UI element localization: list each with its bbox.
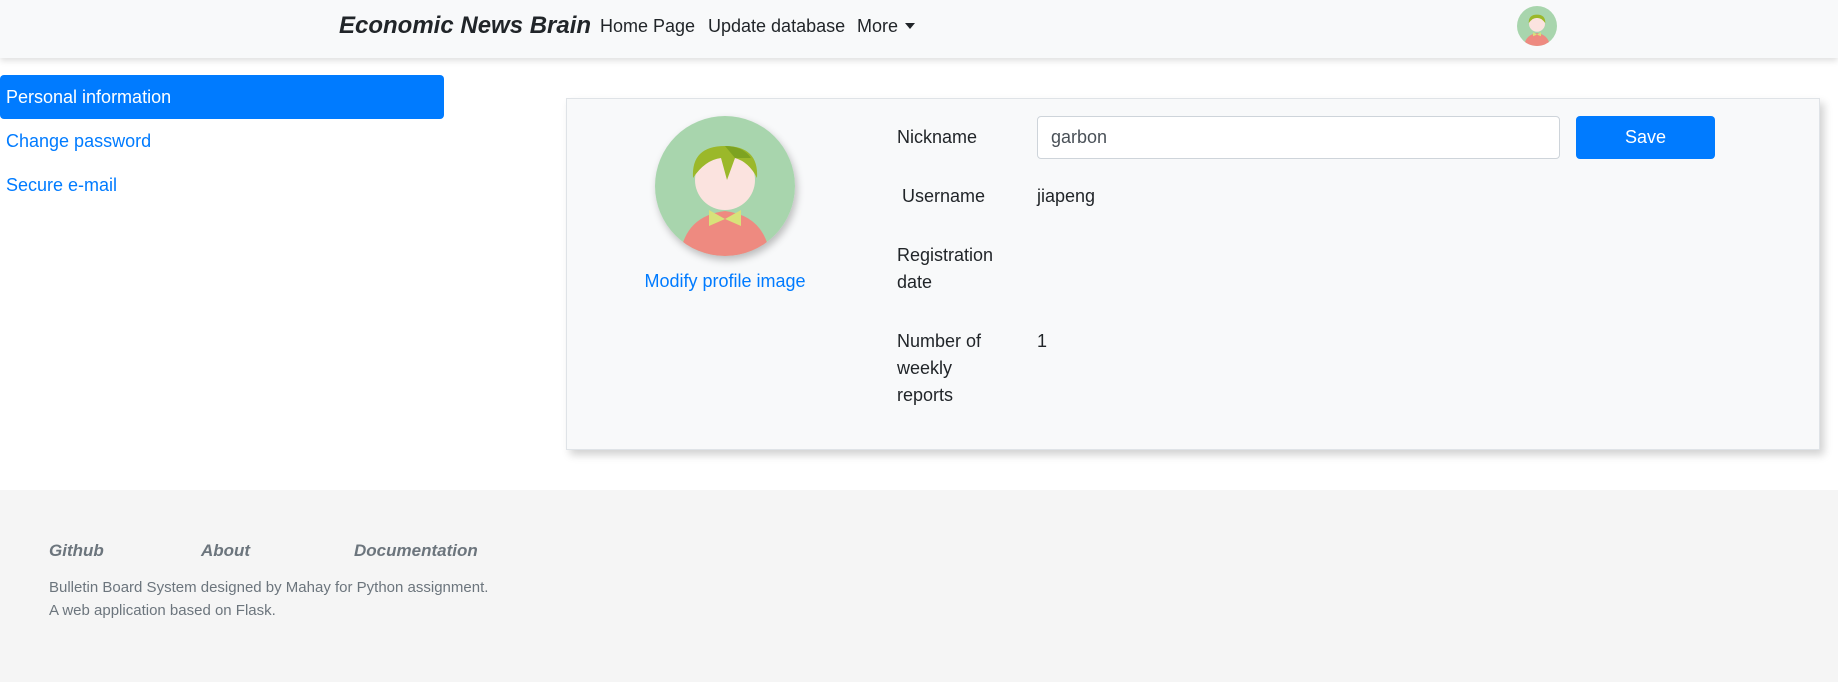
brand-logo[interactable]: Economic News Brain bbox=[339, 12, 591, 40]
nav-update-database-link[interactable]: Update database bbox=[708, 16, 845, 37]
footer-framework-note: A web application based on Flask. bbox=[49, 602, 276, 619]
nickname-label: Nickname bbox=[897, 127, 978, 147]
nickname-input[interactable] bbox=[1037, 116, 1560, 159]
user-avatar[interactable] bbox=[1517, 6, 1557, 46]
settings-sidebar: Personal information Change password Sec… bbox=[0, 75, 444, 207]
sidebar-item-secure-email[interactable]: Secure e-mail bbox=[0, 163, 444, 207]
top-navbar: Economic News Brain Home Page Update dat… bbox=[0, 0, 1838, 58]
page-footer: Github About Documentation Bulletin Boar… bbox=[0, 490, 1838, 682]
footer-github-link[interactable]: Github bbox=[49, 541, 104, 561]
footer-about-link[interactable]: About bbox=[201, 541, 250, 561]
sidebar-item-change-password[interactable]: Change password bbox=[0, 119, 444, 163]
username-value: jiapeng bbox=[1037, 186, 1096, 206]
username-label: Username bbox=[902, 186, 986, 206]
save-button[interactable]: Save bbox=[1576, 116, 1715, 159]
nav-more-label: More bbox=[857, 16, 899, 36]
modify-profile-image-link[interactable]: Modify profile image bbox=[567, 271, 883, 292]
profile-card: Modify profile image Nickname Save Usern… bbox=[566, 98, 1820, 450]
profile-avatar bbox=[655, 116, 795, 256]
caret-down-icon bbox=[905, 23, 916, 29]
nav-more-dropdown[interactable]: More bbox=[857, 16, 916, 37]
avatar-icon bbox=[1517, 6, 1557, 46]
sidebar-item-personal-information[interactable]: Personal information bbox=[0, 75, 444, 119]
weekly-reports-label: Number of weekly reports bbox=[897, 331, 982, 405]
nav-home-link[interactable]: Home Page bbox=[600, 16, 695, 37]
registration-date-label: Registration date bbox=[897, 245, 994, 292]
footer-description: Bulletin Board System designed by Mahay … bbox=[49, 579, 489, 596]
avatar-icon bbox=[655, 116, 795, 256]
weekly-reports-value: 1 bbox=[1037, 331, 1048, 351]
footer-documentation-link[interactable]: Documentation bbox=[354, 541, 478, 561]
